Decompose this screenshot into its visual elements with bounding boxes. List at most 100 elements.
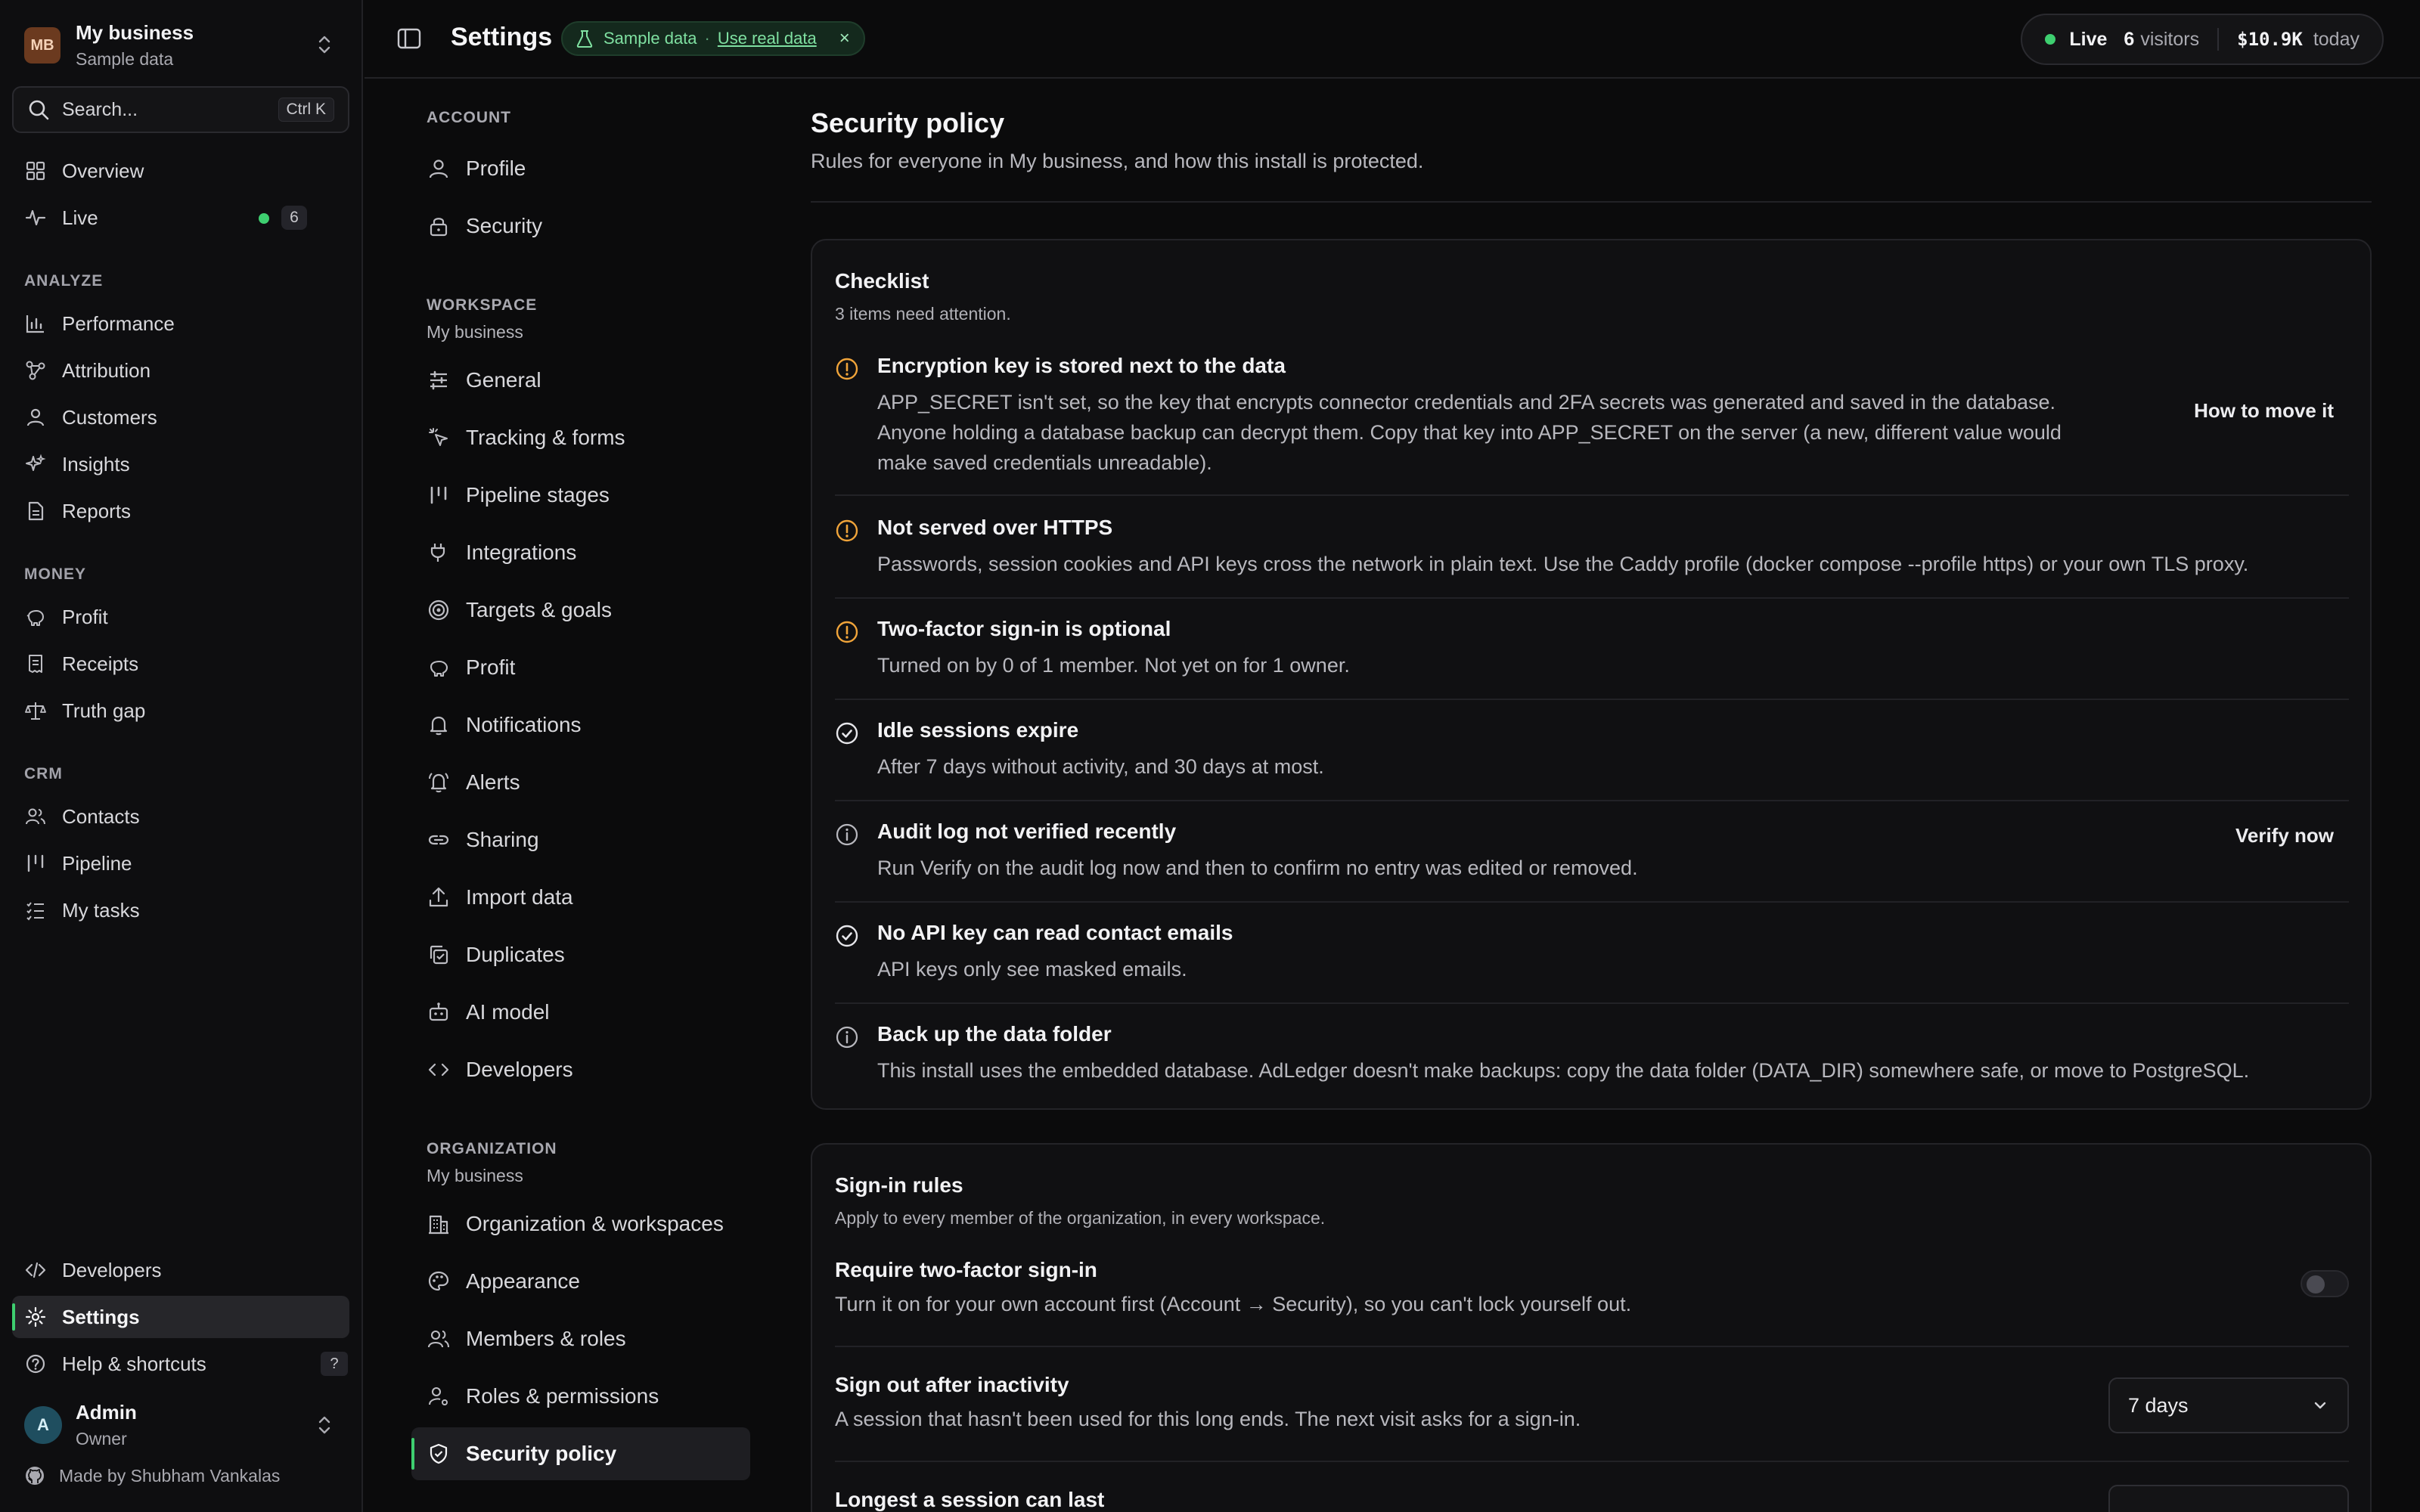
scale-icon	[24, 699, 47, 722]
settings-item-targets[interactable]: Targets & goals	[411, 584, 750, 637]
nav-overview[interactable]: Overview	[12, 150, 349, 192]
nav-live[interactable]: Live 6	[12, 197, 349, 239]
inactivity-select[interactable]: 7 days	[2108, 1377, 2349, 1433]
body-line: Anyone holding a database backup can dec…	[877, 421, 2062, 444]
settings-item-label: Developers	[466, 1058, 573, 1081]
checklist-item-body: This install uses the embedded database.…	[877, 1055, 2249, 1086]
nav-customers[interactable]: Customers	[12, 396, 349, 438]
code-icon	[427, 1058, 451, 1082]
nav-truth-gap[interactable]: Truth gap	[12, 689, 349, 732]
nav-truth-gap-label: Truth gap	[62, 699, 146, 722]
nav-attribution-label: Attribution	[62, 358, 151, 382]
bell-ring-icon	[427, 770, 451, 795]
settings-item-developers[interactable]: Developers	[411, 1043, 750, 1096]
revenue-label: today	[2313, 28, 2360, 50]
nav-help-label: Help & shortcuts	[62, 1352, 206, 1375]
two-factor-toggle[interactable]	[2301, 1270, 2349, 1297]
nav-overview-label: Overview	[62, 159, 144, 182]
search-input[interactable]: Search... Ctrl K	[12, 86, 349, 133]
user-menu[interactable]: A Admin Owner	[24, 1399, 342, 1452]
settings-section-organization: ORGANIZATION	[427, 1140, 557, 1157]
settings-item-general[interactable]: General	[411, 354, 750, 407]
checklist-item-body: APP_SECRET isn't set, so the key that en…	[877, 387, 2062, 478]
use-real-data-link[interactable]: Use real data	[718, 29, 817, 48]
checklist-item-title: Back up the data folder	[877, 1022, 1112, 1046]
lock-icon	[427, 214, 451, 238]
verify-now-button[interactable]: Verify now	[2235, 824, 2334, 847]
user-cog-icon	[427, 1384, 451, 1408]
settings-item-alerts[interactable]: Alerts	[411, 756, 750, 809]
live-stats-pill[interactable]: Live 6 visitors $10.9K today	[2021, 14, 2384, 65]
search-shortcut: Ctrl K	[278, 98, 334, 122]
body-line: Passwords, session cookies and API keys …	[877, 553, 2249, 575]
nav-developers[interactable]: Developers	[12, 1249, 349, 1291]
check-circle-icon	[835, 721, 859, 745]
settings-section-workspace-sub: My business	[427, 322, 523, 342]
settings-item-label: Integrations	[466, 541, 577, 564]
how-to-move-it-button[interactable]: How to move it	[2194, 399, 2334, 423]
warning-circle-icon	[835, 357, 859, 381]
nav-insights-label: Insights	[62, 452, 130, 476]
checklist-item-title: Idle sessions expire	[877, 718, 1079, 742]
settings-item-organization[interactable]: Organization & workspaces	[411, 1198, 750, 1250]
stats-divider	[2217, 28, 2220, 51]
business-badge: MB	[24, 27, 60, 64]
checklist-item-api-keys: No API key can read contact emails API k…	[835, 921, 2349, 1004]
settings-item-label: Notifications	[466, 713, 582, 736]
nav-profit[interactable]: Profit	[12, 596, 349, 638]
settings-item-roles[interactable]: Roles & permissions	[411, 1370, 750, 1423]
nav-attribution[interactable]: Attribution	[12, 349, 349, 392]
settings-item-pipeline-stages[interactable]: Pipeline stages	[411, 469, 750, 522]
nav-help[interactable]: Help & shortcuts ?	[12, 1343, 349, 1385]
info-circle-icon	[835, 823, 859, 847]
nav-settings[interactable]: Settings	[12, 1296, 349, 1338]
nav-my-tasks[interactable]: My tasks	[12, 889, 349, 931]
nav-receipts-label: Receipts	[62, 652, 139, 675]
help-shortcut-badge: ?	[321, 1352, 348, 1376]
settings-item-appearance[interactable]: Appearance	[411, 1255, 750, 1308]
shield-check-icon	[427, 1442, 451, 1466]
body-line: APP_SECRET isn't set, so the key that en…	[877, 391, 2056, 414]
business-name: My business	[76, 21, 194, 44]
separator: ·	[704, 29, 710, 48]
settings-item-integrations[interactable]: Integrations	[411, 526, 750, 579]
rule-title: Longest a session can last	[835, 1488, 1105, 1511]
nav-contacts[interactable]: Contacts	[12, 795, 349, 838]
gear-icon	[24, 1306, 47, 1328]
settings-item-duplicates[interactable]: Duplicates	[411, 928, 750, 981]
avatar: A	[24, 1406, 62, 1444]
live-count-badge: 6	[281, 206, 307, 230]
checklist-item-body: Run Verify on the audit log now and then…	[877, 853, 1638, 883]
settings-item-label: Duplicates	[466, 943, 565, 966]
rule-description: Turn it on for your own account first (A…	[835, 1293, 1632, 1315]
nav-performance[interactable]: Performance	[12, 302, 349, 345]
body-line: make saved credentials unreadable).	[877, 451, 1212, 474]
settings-item-label: Security	[466, 214, 543, 237]
settings-item-members[interactable]: Members & roles	[411, 1312, 750, 1365]
nav-reports[interactable]: Reports	[12, 490, 349, 532]
section-description: Rules for everyone in My business, and h…	[811, 150, 1424, 172]
settings-item-notifications[interactable]: Notifications	[411, 699, 750, 751]
settings-item-label: Import data	[466, 885, 573, 909]
close-icon[interactable]: ×	[839, 28, 850, 49]
settings-item-ai-model[interactable]: AI model	[411, 986, 750, 1039]
sidebar-toggle-icon[interactable]	[396, 26, 422, 51]
settings-item-profile[interactable]: Profile	[411, 142, 750, 195]
building-icon	[427, 1212, 451, 1236]
longest-session-select[interactable]	[2108, 1485, 2349, 1512]
signin-rules-title: Sign-in rules	[835, 1173, 963, 1197]
checklist-item-backup: Back up the data folder This install use…	[835, 1022, 2349, 1098]
made-by-link[interactable]: Made by Shubham Vankalas	[24, 1465, 280, 1486]
settings-item-security-policy[interactable]: Security policy	[411, 1427, 750, 1480]
settings-item-security[interactable]: Security	[411, 200, 750, 253]
nav-receipts[interactable]: Receipts	[12, 643, 349, 685]
settings-item-import[interactable]: Import data	[411, 871, 750, 924]
nav-insights[interactable]: Insights	[12, 443, 349, 485]
settings-item-profit[interactable]: Profit	[411, 641, 750, 694]
target-icon	[427, 598, 451, 622]
settings-item-sharing[interactable]: Sharing	[411, 813, 750, 866]
nav-pipeline[interactable]: Pipeline	[12, 842, 349, 885]
settings-item-tracking[interactable]: Tracking & forms	[411, 411, 750, 464]
business-switcher[interactable]: MB My business Sample data	[24, 21, 342, 70]
settings-item-label: Security policy	[466, 1442, 617, 1465]
